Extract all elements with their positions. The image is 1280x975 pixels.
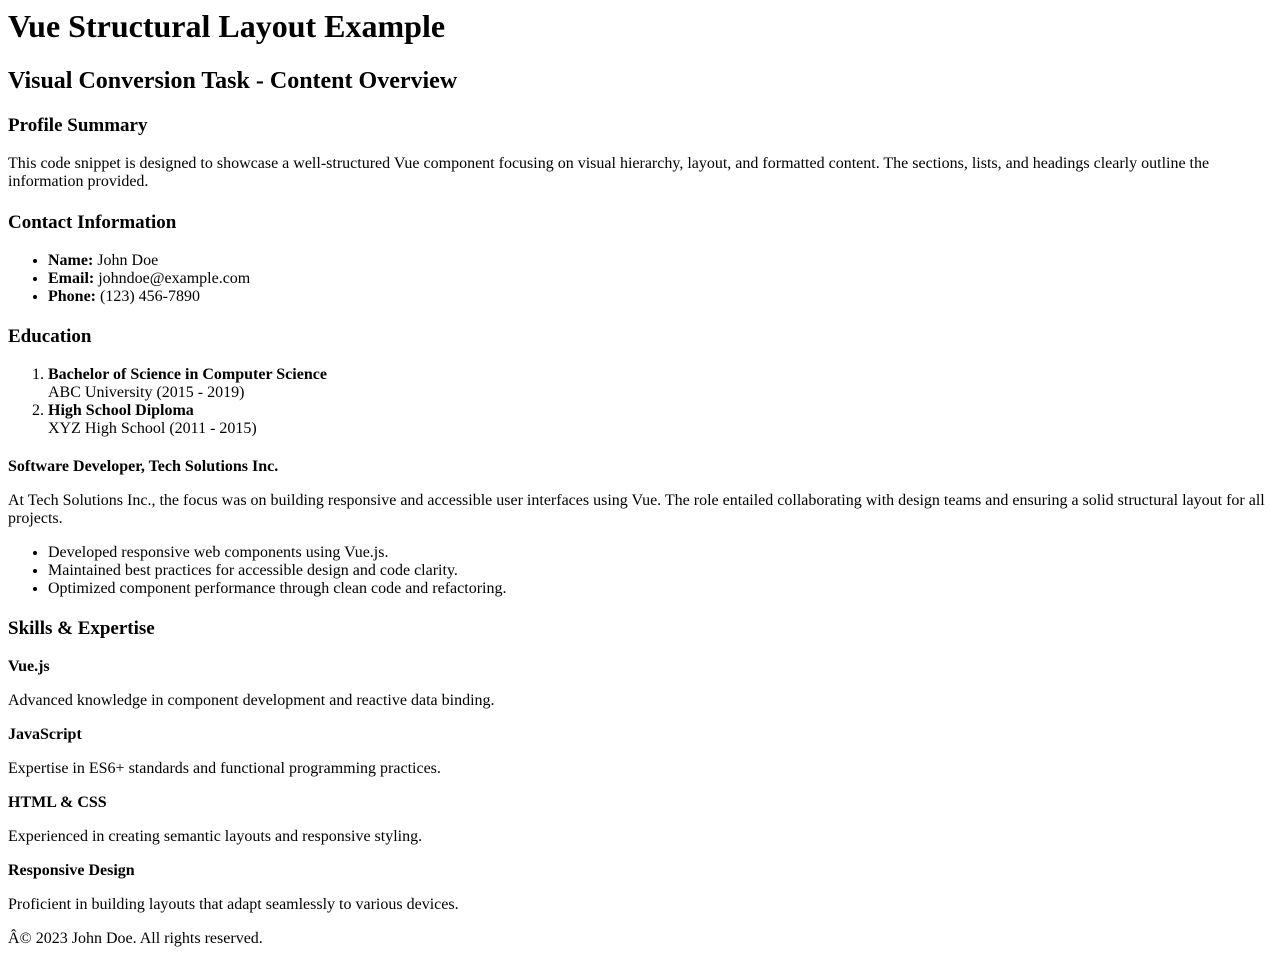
- contact-value: John Doe: [97, 252, 159, 269]
- profile-text: This code snippet is designed to showcas…: [8, 155, 1210, 190]
- contact-heading: Contact Information: [8, 212, 177, 233]
- education-heading: Education: [8, 326, 92, 347]
- skill-name: HTML & CSS: [8, 794, 107, 811]
- experience-description: At Tech Solutions Inc., the focus was on…: [8, 492, 1265, 527]
- contact-item-phone: Phone: (123) 456-7890: [48, 288, 1272, 306]
- skill-name: Responsive Design: [8, 862, 135, 879]
- skill-description: Expertise in ES6+ standards and function…: [8, 760, 441, 777]
- skill-item: HTML & CSS Experienced in creating seman…: [8, 794, 1272, 846]
- experience-bullets: Developed responsive web components usin…: [8, 544, 1272, 598]
- contact-list: Name: John Doe Email: johndoe@example.co…: [8, 252, 1272, 306]
- contact-item-email: Email: johndoe@example.com: [48, 270, 1272, 288]
- skill-description: Advanced knowledge in component developm…: [8, 692, 495, 709]
- footer-text: Â© 2023 John Doe. All rights reserved.: [8, 930, 263, 947]
- experience-bullet: Maintained best practices for accessible…: [48, 562, 1272, 580]
- education-title: High School Diploma: [48, 402, 194, 419]
- skill-description: Experienced in creating semantic layouts…: [8, 828, 423, 845]
- education-detail: XYZ High School (2011 - 2015): [48, 420, 257, 437]
- skill-item: JavaScript Expertise in ES6+ standards a…: [8, 726, 1272, 778]
- education-title: Bachelor of Science in Computer Science: [48, 366, 327, 383]
- footer: Â© 2023 John Doe. All rights reserved.: [8, 930, 1272, 948]
- skills-heading: Skills & Expertise: [8, 618, 155, 639]
- education-item: High School Diploma XYZ High School (201…: [48, 402, 1272, 438]
- education-item: Bachelor of Science in Computer Science …: [48, 366, 1272, 402]
- skill-name: JavaScript: [8, 726, 82, 743]
- contact-label: Email:: [48, 270, 95, 287]
- contact-label: Phone:: [48, 288, 96, 305]
- profile-section: Profile Summary This code snippet is des…: [8, 115, 1272, 191]
- experience-bullet: Developed responsive web components usin…: [48, 544, 1272, 562]
- experience-role: Software Developer, Tech Solutions Inc.: [8, 458, 279, 475]
- skill-item: Responsive Design Proficient in building…: [8, 862, 1272, 914]
- contact-item-name: Name: John Doe: [48, 252, 1272, 270]
- experience-section: Software Developer, Tech Solutions Inc. …: [8, 458, 1272, 598]
- contact-value: (123) 456-7890: [100, 288, 200, 305]
- skill-description: Proficient in building layouts that adap…: [8, 896, 459, 913]
- skills-section: Skills & Expertise Vue.js Advanced knowl…: [8, 618, 1272, 914]
- skill-item: Vue.js Advanced knowledge in component d…: [8, 658, 1272, 710]
- page-container: Vue Structural Layout Example Visual Con…: [0, 8, 1280, 948]
- education-list: Bachelor of Science in Computer Science …: [8, 366, 1272, 438]
- education-detail: ABC University (2015 - 2019): [48, 384, 245, 401]
- page-subtitle: Visual Conversion Task - Content Overvie…: [8, 68, 458, 94]
- contact-section: Contact Information Name: John Doe Email…: [8, 212, 1272, 306]
- education-section: Education Bachelor of Science in Compute…: [8, 326, 1272, 438]
- skill-name: Vue.js: [8, 658, 50, 675]
- contact-value: johndoe@example.com: [98, 270, 251, 287]
- experience-bullet: Optimized component performance through …: [48, 580, 1272, 598]
- contact-label: Name:: [48, 252, 94, 269]
- page-title: Vue Structural Layout Example: [8, 8, 446, 44]
- profile-heading: Profile Summary: [8, 115, 148, 136]
